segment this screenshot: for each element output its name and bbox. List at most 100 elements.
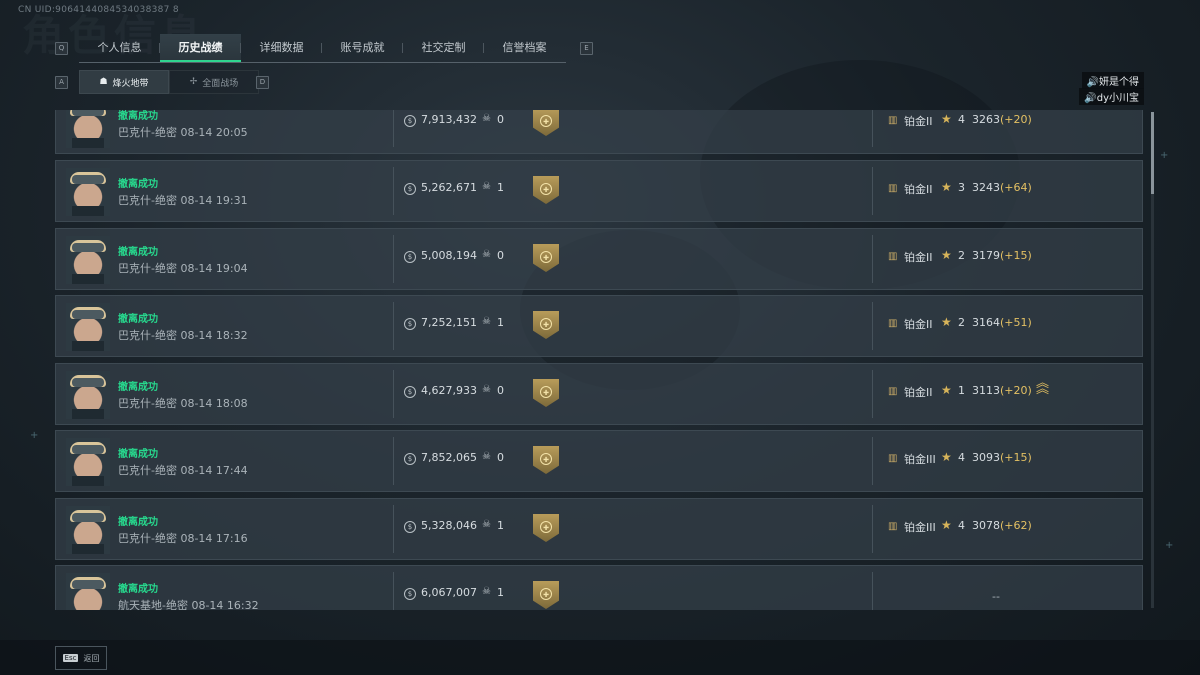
rank-name: 铂金II — [904, 318, 933, 331]
skull-icon: ☠ — [482, 181, 491, 192]
rank-tier-icon: ▥ — [888, 183, 898, 194]
match-row[interactable]: 撤离成功 巴克什-绝密 08-14 18:32 $ 7,252,151 ☠ 1 … — [55, 295, 1143, 357]
score-delta: (+62) — [1000, 519, 1032, 532]
match-row[interactable]: 撤离成功 航天基地-绝密 08-14 16:32 $ 6,067,007 ☠ 1… — [55, 565, 1143, 610]
tab-3[interactable]: 账号成就 — [322, 34, 403, 62]
rank-name: 铂金II — [904, 115, 933, 128]
skull-icon: ☠ — [482, 451, 491, 462]
operator-avatar — [66, 303, 110, 351]
tab-next-key[interactable]: E — [580, 42, 593, 55]
bottom-bar — [0, 640, 1200, 675]
divider — [872, 110, 873, 147]
kill-count: 0 — [497, 113, 504, 126]
tab-2[interactable]: 详细数据 — [241, 34, 322, 62]
rank-tier-icon: ▥ — [888, 115, 898, 126]
kill-count: 0 — [497, 451, 504, 464]
rank-stars: 1 — [958, 384, 965, 397]
loot-value: 7,852,065 — [421, 451, 477, 464]
divider — [393, 505, 394, 553]
coin-icon: $ — [404, 521, 416, 533]
rank-score: 3113(+20) — [972, 384, 1032, 397]
divider — [872, 302, 873, 350]
rank-stars: 4 — [958, 451, 965, 464]
star-icon: ★ — [941, 450, 952, 464]
operator-avatar — [66, 168, 110, 216]
operator-avatar — [66, 438, 110, 486]
subtab-prev-key[interactable]: A — [55, 76, 68, 89]
subtab-battlefield[interactable]: ✢ 全面战场 — [169, 70, 259, 94]
star-icon: ★ — [941, 315, 952, 329]
tab-5[interactable]: 信誉档案 — [484, 34, 565, 62]
extraction-status: 撤离成功 — [118, 517, 158, 528]
score-delta: (+20) — [1000, 113, 1032, 126]
rank-score: 3263(+20) — [972, 113, 1032, 126]
evaluation-badge-icon: ✚ — [533, 379, 559, 407]
extraction-status: 撤离成功 — [118, 314, 158, 325]
evaluation-badge-icon: ✚ — [533, 244, 559, 272]
skull-icon: ☠ — [482, 384, 491, 395]
divider — [872, 505, 873, 553]
rank-score: 3243(+64) — [972, 181, 1032, 194]
coin-icon: $ — [404, 251, 416, 263]
back-button[interactable]: Esc 返回 — [55, 646, 107, 670]
mode-subtabs: ☗ 烽火地带 ✢ 全面战场 — [79, 70, 259, 94]
match-row[interactable]: 撤离成功 巴克什-绝密 08-14 17:16 $ 5,328,046 ☠ 1 … — [55, 498, 1143, 560]
map-and-time: 巴克什-绝密 08-14 20:05 — [118, 126, 248, 139]
operator-avatar — [66, 371, 110, 419]
loot-value: 7,252,151 — [421, 316, 477, 329]
divider — [872, 437, 873, 485]
decor-plus-icon: + — [1165, 540, 1174, 551]
rank-name: 铂金III — [904, 453, 936, 466]
match-row[interactable]: 撤离成功 巴克什-绝密 08-14 18:08 $ 4,627,933 ☠ 0 … — [55, 363, 1143, 425]
kill-count: 1 — [497, 519, 504, 532]
extraction-status: 撤离成功 — [118, 382, 158, 393]
skull-icon: ☠ — [482, 586, 491, 597]
coin-icon: $ — [404, 386, 416, 398]
list-scrollbar[interactable] — [1151, 112, 1154, 608]
tab-4[interactable]: 社交定制 — [403, 34, 484, 62]
map-and-time: 巴克什-绝密 08-14 18:08 — [118, 397, 248, 410]
subtab-fire-zone[interactable]: ☗ 烽火地带 — [79, 70, 169, 94]
match-row[interactable]: 撤离成功 巴克什-绝密 08-14 20:05 $ 7,913,432 ☠ 0 … — [55, 110, 1143, 154]
esc-key-icon: Esc — [62, 654, 79, 662]
loot-value: 5,262,671 — [421, 181, 477, 194]
extraction-status: 撤离成功 — [118, 247, 158, 258]
main-tabs: 个人信息 历史战绩 详细数据 账号成就 社交定制 信誉档案 — [79, 34, 566, 63]
coin-icon: $ — [404, 588, 416, 600]
rank-tier-icon: ▥ — [888, 251, 898, 262]
rank-name: 铂金II — [904, 251, 933, 264]
divider — [393, 167, 394, 215]
coin-icon: $ — [404, 115, 416, 127]
rank-stars: 2 — [958, 249, 965, 262]
rank-tier-icon: ▥ — [888, 386, 898, 397]
divider — [393, 437, 394, 485]
voice-chat-line: 🔊dy小川宝 — [1079, 88, 1144, 105]
match-row[interactable]: 撤离成功 巴克什-绝密 08-14 17:44 $ 7,852,065 ☠ 0 … — [55, 430, 1143, 492]
loot-value: 5,008,194 — [421, 249, 477, 262]
tab-prev-key[interactable]: Q — [55, 42, 68, 55]
tab-1[interactable]: 历史战绩 — [160, 34, 241, 62]
skull-icon: ☠ — [482, 249, 491, 260]
star-icon: ★ — [941, 180, 952, 194]
star-icon: ★ — [941, 518, 952, 532]
battlefield-icon: ✢ — [189, 77, 198, 87]
tab-0[interactable]: 个人信息 — [79, 34, 160, 62]
rank-score: 3093(+15) — [972, 451, 1032, 464]
extraction-status: 撤离成功 — [118, 179, 158, 190]
map-and-time: 巴克什-绝密 08-14 19:31 — [118, 194, 248, 207]
decor-plus-icon: + — [30, 430, 39, 441]
fire-zone-icon: ☗ — [99, 77, 108, 87]
score-value: 3078 — [972, 519, 1000, 532]
divider — [393, 235, 394, 283]
divider — [393, 370, 394, 418]
match-row[interactable]: 撤离成功 巴克什-绝密 08-14 19:04 $ 5,008,194 ☠ 0 … — [55, 228, 1143, 290]
score-value: 3164 — [972, 316, 1000, 329]
scrollbar-thumb[interactable] — [1151, 112, 1154, 194]
star-icon: ★ — [941, 248, 952, 262]
decor-plus-icon: + — [1160, 150, 1169, 161]
evaluation-badge-icon: ✚ — [533, 311, 559, 339]
subtab-next-key[interactable]: D — [256, 76, 269, 89]
score-value: 3179 — [972, 249, 1000, 262]
divider — [872, 235, 873, 283]
match-row[interactable]: 撤离成功 巴克什-绝密 08-14 19:31 $ 5,262,671 ☠ 1 … — [55, 160, 1143, 222]
